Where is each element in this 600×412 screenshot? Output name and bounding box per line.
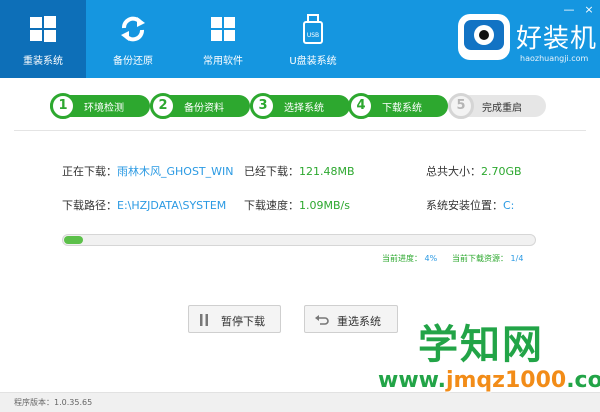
pause-download-label: 暂停下载	[221, 315, 265, 328]
download-speed-row: 下载速度：1.09MB/s	[244, 197, 350, 213]
usb-drive-icon: USB	[303, 14, 323, 44]
total-size-value: 2.70GB	[481, 165, 522, 178]
nav-backup-restore[interactable]: 备份还原	[90, 0, 176, 78]
program-version: 程序版本：1.0.35.65	[14, 398, 93, 407]
step-number: 1	[50, 93, 76, 119]
pause-icon	[199, 314, 209, 329]
download-path-label: 下载路径：	[62, 199, 117, 212]
current-progress: 当前进度： 4%	[382, 253, 437, 264]
pause-download-button[interactable]: 暂停下载	[188, 305, 281, 333]
install-location-row: 系统安装位置：C:	[426, 197, 514, 213]
progress-fill	[64, 236, 83, 244]
logo-url: haozhuangji.com	[520, 54, 589, 63]
undo-icon	[315, 314, 329, 329]
step-label: 下载系统	[382, 103, 422, 114]
brand-logo: 好装机 haozhuangji.com	[458, 10, 598, 72]
total-size-row: 总共大小：2.70GB	[426, 163, 522, 179]
reselect-system-label: 重选系统	[337, 315, 381, 328]
apps-grid-icon	[211, 17, 235, 41]
step-number: 3	[250, 93, 276, 119]
step-3: 3 选择系统	[250, 93, 350, 119]
watermark-title: 学知网	[418, 322, 544, 368]
step-4: 4 下载系统	[348, 93, 448, 119]
refresh-icon	[121, 16, 145, 42]
download-path-value: E:\HZJDATA\SYSTEM	[117, 199, 227, 212]
total-size-label: 总共大小：	[426, 165, 481, 178]
nav-common-software[interactable]: 常用软件	[180, 0, 266, 78]
download-speed-label: 下载速度：	[244, 199, 299, 212]
step-1: 1 环境检测	[50, 93, 150, 119]
step-progress: 1 环境检测 2 备份资料 3 选择系统 4 下载系统 5 完成重启	[50, 93, 550, 119]
step-label: 选择系统	[284, 103, 324, 114]
nav-label: U盘装系统	[289, 56, 337, 67]
downloading-label: 正在下载：	[62, 165, 117, 178]
current-resource: 当前下载资源： 1/4	[452, 253, 523, 264]
usb-icon-text: USB	[307, 32, 319, 39]
downloaded-label: 已经下载：	[244, 165, 299, 178]
nav-label: 备份还原	[113, 56, 153, 67]
top-bar: 重装系统 备份还原 常用软件 USB U盘装系统 好装机 haozhuangji…	[0, 0, 600, 78]
step-label: 完成重启	[482, 103, 522, 114]
current-progress-value: 4%	[424, 254, 438, 263]
download-speed-value: 1.09MB/s	[299, 199, 350, 212]
install-location-value: C:	[503, 199, 515, 212]
current-progress-label: 当前进度：	[382, 254, 422, 263]
step-number: 2	[150, 93, 176, 119]
download-progress-bar	[62, 234, 536, 246]
nav-label: 常用软件	[203, 56, 243, 67]
logo-name: 好装机	[516, 24, 598, 54]
current-resource-value: 1/4	[510, 254, 524, 263]
watermark-url: www.jmqz1000.com	[378, 368, 600, 393]
watermark: 学知网 www.jmqz1000.com	[378, 312, 600, 408]
install-location-label: 系统安装位置：	[426, 199, 503, 212]
current-resource-label: 当前下载资源：	[452, 254, 508, 263]
step-2: 2 备份资料	[150, 93, 250, 119]
divider	[14, 130, 586, 131]
step-label: 备份资料	[184, 103, 224, 114]
step-number: 5	[448, 93, 474, 119]
downloaded-value: 121.48MB	[299, 165, 355, 178]
step-label: 环境检测	[84, 103, 124, 114]
minimize-button[interactable]: —	[562, 4, 576, 16]
step-5: 5 完成重启	[448, 93, 546, 119]
download-path-row: 下载路径：E:\HZJDATA\SYSTEM	[62, 197, 226, 213]
logo-icon	[458, 14, 510, 60]
downloading-value: 雨林木风_GHOST_WIN	[117, 165, 234, 178]
nav-reinstall-system[interactable]: 重装系统	[0, 0, 86, 78]
step-number: 4	[348, 93, 374, 119]
downloading-row: 正在下载：雨林木风_GHOST_WIN	[62, 163, 234, 179]
downloaded-row: 已经下载：121.48MB	[244, 163, 355, 179]
nav-usb-install[interactable]: USB U盘装系统	[270, 0, 356, 78]
windows-logo-icon	[30, 16, 56, 42]
close-button[interactable]: ×	[582, 4, 596, 16]
nav-label: 重装系统	[23, 56, 63, 67]
